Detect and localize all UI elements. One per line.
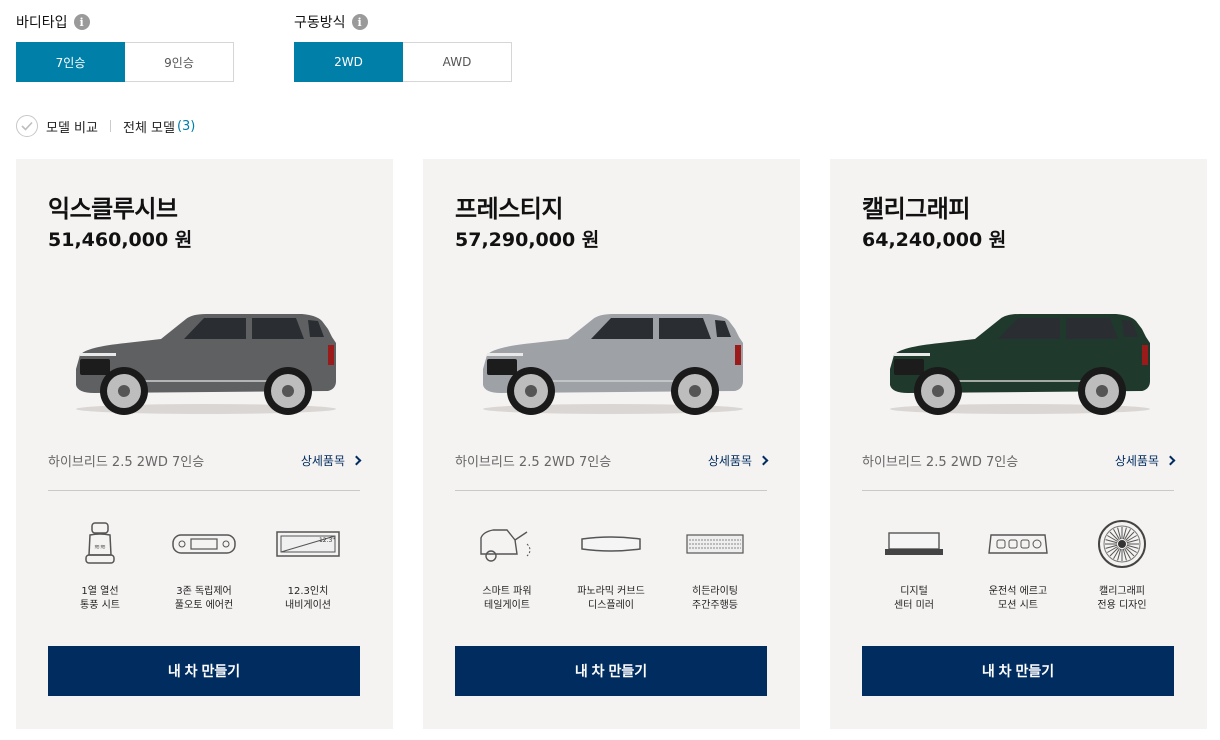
compare-check-icon[interactable] — [16, 115, 38, 137]
feature-list: 스마트 파워 테일게이트 파노라믹 커브드 디스플레이 히든라이팅 주간주행등 — [455, 519, 767, 613]
hidden-drl-icon — [685, 519, 745, 569]
trim-card-3: 캘리그래피 64,240,000 원 하이브리드 2.5 2WD 7인승 상세품… — [830, 159, 1207, 729]
spec-text: 하이브리드 2.5 2WD 7인승 — [455, 455, 612, 470]
drive-type-segmented-control: 2WD AWD — [294, 42, 512, 82]
trim-price: 57,290,000 원 — [455, 229, 600, 251]
drive-type-filter: 구동방식 i 2WD AWD — [294, 12, 512, 82]
feature-label: 스마트 파워 테일게이트 — [482, 586, 532, 611]
feature-item: 캘리그래피 전용 디자인 — [1070, 519, 1174, 613]
body-type-filter: 바디타입 i 7인승 9인승 — [16, 12, 234, 82]
detail-link-label: 상세품목 — [707, 454, 752, 468]
trim-name: 프레스티지 — [455, 195, 563, 223]
feature-item: 디지털 센터 미러 — [862, 519, 966, 613]
compare-models-label[interactable]: 모델 비교 — [46, 117, 98, 136]
build-my-car-button[interactable]: 내 차 만들기 — [48, 646, 360, 696]
drive-type-title: 구동방식 — [294, 15, 346, 31]
drive-type-title-row: 구동방식 i — [294, 12, 512, 32]
car-image — [66, 309, 346, 419]
detail-link-label: 상세품목 — [1114, 454, 1159, 468]
body-type-option-9[interactable]: 9인승 — [125, 42, 234, 82]
trim-card-1: 익스클루시브 51,460,000 원 하이브리드 2.5 2WD 7인승 상세… — [16, 159, 393, 729]
build-my-car-button[interactable]: 내 차 만들기 — [862, 646, 1174, 696]
calligraphy-wheel-icon — [1097, 519, 1147, 569]
body-type-segmented-control: 7인승 9인승 — [16, 42, 234, 82]
navigation-screen-icon: 12.3" — [275, 519, 341, 569]
screen-size-text: 12.3" — [319, 537, 335, 544]
digital-mirror-icon — [883, 519, 945, 569]
feature-label: 운전석 에르고 모션 시트 — [988, 586, 1048, 611]
spec-row: 하이브리드 2.5 2WD 7인승 상세품목 — [48, 451, 362, 491]
svg-text:≋≋: ≋≋ — [94, 543, 106, 551]
heated-seat-icon: ≋≋ — [83, 519, 117, 569]
climate-control-icon — [171, 519, 237, 569]
car-image — [473, 309, 753, 419]
drive-type-option-2wd[interactable]: 2WD — [294, 42, 403, 82]
feature-item: 운전석 에르고 모션 시트 — [966, 519, 1070, 613]
build-my-car-button[interactable]: 내 차 만들기 — [455, 646, 767, 696]
detail-link-label: 상세품목 — [300, 454, 345, 468]
chevron-right-icon — [758, 455, 769, 466]
chevron-right-icon — [1165, 455, 1176, 466]
feature-label: 캘리그래피 전용 디자인 — [1097, 586, 1147, 611]
feature-item: 파노라믹 커브드 디스플레이 — [559, 519, 663, 613]
drive-type-option-awd[interactable]: AWD — [403, 42, 512, 82]
curved-display-icon — [578, 519, 644, 569]
all-models-label: 전체 모델 — [122, 120, 175, 136]
feature-item: 스마트 파워 테일게이트 — [455, 519, 559, 613]
feature-label: 파노라믹 커브드 디스플레이 — [577, 586, 645, 611]
trim-name: 캘리그래피 — [862, 195, 970, 223]
spec-row: 하이브리드 2.5 2WD 7인승 상세품목 — [455, 451, 769, 491]
power-tailgate-icon — [477, 519, 537, 569]
body-type-option-7[interactable]: 7인승 — [16, 42, 125, 82]
feature-item: 히든라이팅 주간주행등 — [663, 519, 767, 613]
trim-price: 64,240,000 원 — [862, 229, 1007, 251]
all-models-count: (3) — [176, 118, 196, 134]
trim-name: 익스클루시브 — [48, 195, 178, 223]
trim-card-2: 프레스티지 57,290,000 원 하이브리드 2.5 2WD 7인승 상세품… — [423, 159, 800, 729]
feature-list: 디지털 센터 미러 운전석 에르고 모션 시트 캘리그래피 전용 디자인 — [862, 519, 1174, 613]
detail-link[interactable]: 상세품목 — [300, 452, 362, 469]
spec-text: 하이브리드 2.5 2WD 7인승 — [48, 455, 205, 470]
feature-label: 3존 독립제어 풀오토 에어컨 — [174, 586, 234, 611]
detail-link[interactable]: 상세품목 — [707, 452, 769, 469]
feature-label: 히든라이팅 주간주행등 — [692, 586, 738, 611]
info-icon[interactable]: i — [73, 14, 90, 30]
feature-item: 12.3" 12.3인치 내비게이션 — [256, 519, 360, 613]
feature-item: 3존 독립제어 풀오토 에어컨 — [152, 519, 256, 613]
detail-link[interactable]: 상세품목 — [1114, 452, 1176, 469]
spec-row: 하이브리드 2.5 2WD 7인승 상세품목 — [862, 451, 1176, 491]
car-image — [880, 309, 1160, 419]
feature-label: 12.3인치 내비게이션 — [285, 586, 331, 611]
feature-item: ≋≋ 1열 열선 통풍 시트 — [48, 519, 152, 613]
feature-label: 디지털 센터 미러 — [894, 586, 934, 611]
trim-price: 51,460,000 원 — [48, 229, 193, 251]
body-type-title: 바디타입 — [16, 15, 68, 31]
feature-list: ≋≋ 1열 열선 통풍 시트 3존 독립제어 풀오토 에어컨 12.3" 12.3인치 … — [48, 519, 360, 613]
info-icon[interactable]: i — [351, 14, 368, 30]
ergo-seat-control-icon — [985, 519, 1051, 569]
body-type-title-row: 바디타입 i — [16, 12, 234, 32]
spec-text: 하이브리드 2.5 2WD 7인승 — [862, 455, 1019, 470]
chevron-right-icon — [351, 455, 362, 466]
compare-row: 모델 비교 전체 모델 (3) — [16, 115, 195, 137]
trim-cards: 익스클루시브 51,460,000 원 하이브리드 2.5 2WD 7인승 상세… — [16, 159, 1207, 729]
divider — [109, 120, 111, 132]
feature-label: 1열 열선 통풍 시트 — [80, 586, 120, 611]
